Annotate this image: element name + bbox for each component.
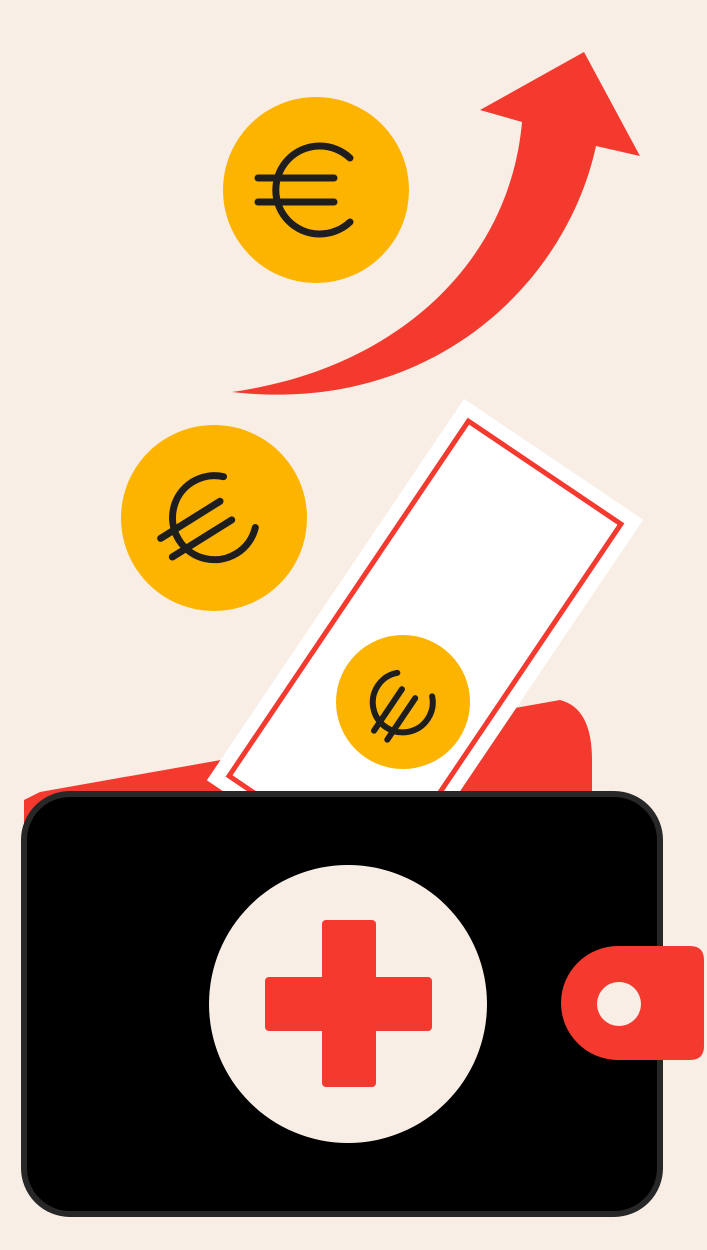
wallet-clasp bbox=[561, 946, 704, 1060]
illustration bbox=[0, 0, 707, 1250]
medical-cross-icon bbox=[209, 865, 487, 1143]
illustration-canvas bbox=[0, 0, 707, 1250]
euro-coin-icon bbox=[336, 635, 470, 769]
euro-coin-icon bbox=[121, 425, 307, 611]
euro-coin-icon bbox=[223, 97, 409, 283]
